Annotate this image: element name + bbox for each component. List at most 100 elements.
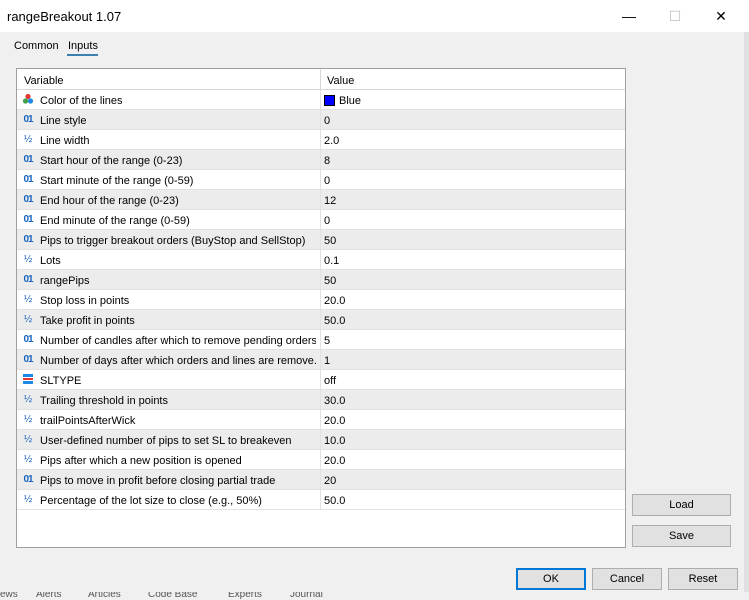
table-header: Variable Value xyxy=(17,69,625,90)
table-row[interactable]: 01 rangePips 50 xyxy=(17,270,625,290)
variable-name: Take profit in points xyxy=(40,315,135,327)
variable-value[interactable]: 1 xyxy=(324,355,330,367)
variable-name: Line style xyxy=(40,115,87,127)
column-divider xyxy=(320,370,321,390)
variable-name: Pips to move in profit before closing pa… xyxy=(40,475,276,487)
variable-value[interactable]: 12 xyxy=(324,195,336,207)
load-button[interactable]: Load xyxy=(632,494,731,516)
column-divider xyxy=(320,270,321,290)
table-row[interactable]: ½ trailPointsAfterWick 20.0 xyxy=(17,410,625,430)
tab-inputs[interactable]: Inputs xyxy=(68,40,98,52)
title-bar[interactable]: rangeBreakout 1.07 — ☐ ✕ xyxy=(0,0,749,32)
variable-name: User-defined number of pips to set SL to… xyxy=(40,435,292,447)
int-type-icon: 01 xyxy=(23,114,33,125)
table-row[interactable]: ½ Percentage of the lot size to close (e.… xyxy=(17,490,625,510)
variable-value[interactable]: 8 xyxy=(324,155,330,167)
column-divider xyxy=(320,110,321,130)
table-row[interactable]: 01 Line style 0 xyxy=(17,110,625,130)
table-row[interactable]: 01 Pips to trigger breakout orders (BuySt… xyxy=(17,230,625,250)
double-type-icon: ½ xyxy=(23,294,33,305)
table-row[interactable]: ½ User-defined number of pips to set SL t… xyxy=(17,430,625,450)
maximize-icon[interactable]: ☐ xyxy=(652,0,698,32)
column-divider xyxy=(320,90,321,110)
double-type-icon: ½ xyxy=(23,454,33,465)
reset-button[interactable]: Reset xyxy=(668,568,738,590)
enum-type-icon xyxy=(21,373,35,387)
table-row[interactable]: ½ Line width 2.0 xyxy=(17,130,625,150)
table-row[interactable]: 01 Start minute of the range (0-59) 0 xyxy=(17,170,625,190)
variable-value[interactable]: off xyxy=(324,375,336,387)
variable-value[interactable]: 20.0 xyxy=(324,295,345,307)
variable-name: Start minute of the range (0-59) xyxy=(40,175,194,187)
table-row[interactable]: ½ Take profit in points 50.0 xyxy=(17,310,625,330)
column-divider xyxy=(320,150,321,170)
table-row[interactable]: 01 End hour of the range (0-23) 12 xyxy=(17,190,625,210)
background-tabs-strip: ews Alerts Articles Code Base Experts Journal xyxy=(0,592,510,600)
ok-button[interactable]: OK xyxy=(516,568,586,590)
table-row[interactable]: ½ Trailing threshold in points 30.0 xyxy=(17,390,625,410)
column-divider xyxy=(320,210,321,230)
table-row[interactable]: 01 Number of candles after which to remov… xyxy=(17,330,625,350)
variable-value[interactable]: 0.1 xyxy=(324,255,339,267)
double-type-icon: ½ xyxy=(23,414,33,425)
int-type-icon: 01 xyxy=(23,154,33,165)
variable-value[interactable]: 0 xyxy=(324,115,330,127)
variable-value[interactable]: 50.0 xyxy=(324,495,345,507)
active-tab-indicator xyxy=(67,54,98,56)
column-header-value[interactable]: Value xyxy=(327,75,354,87)
table-row[interactable]: Color of the lines Blue xyxy=(17,90,625,110)
variable-value[interactable]: 20.0 xyxy=(324,415,345,427)
variable-value[interactable]: 50.0 xyxy=(324,315,345,327)
double-type-icon: ½ xyxy=(23,394,33,405)
variable-name: trailPointsAfterWick xyxy=(40,415,136,427)
variable-value[interactable]: 20 xyxy=(324,475,336,487)
double-type-icon: ½ xyxy=(23,494,33,505)
variable-value[interactable]: 0 xyxy=(324,175,330,187)
column-divider[interactable] xyxy=(320,69,321,90)
background-tab: ews xyxy=(0,592,18,600)
table-row[interactable]: 01 Pips to move in profit before closing … xyxy=(17,470,625,490)
table-row[interactable]: SLTYPE off xyxy=(17,370,625,390)
int-type-icon: 01 xyxy=(23,214,33,225)
table-row[interactable]: ½ Lots 0.1 xyxy=(17,250,625,270)
int-type-icon: 01 xyxy=(23,354,33,365)
save-button[interactable]: Save xyxy=(632,525,731,547)
color-swatch[interactable] xyxy=(324,95,335,106)
column-divider xyxy=(320,310,321,330)
cancel-button[interactable]: Cancel xyxy=(592,568,662,590)
variable-value[interactable]: 2.0 xyxy=(324,135,339,147)
column-divider xyxy=(320,330,321,350)
variable-name: Stop loss in points xyxy=(40,295,130,307)
variable-value[interactable]: Blue xyxy=(324,95,361,107)
table-row[interactable]: ½ Stop loss in points 20.0 xyxy=(17,290,625,310)
variable-value[interactable]: 30.0 xyxy=(324,395,345,407)
window-title: rangeBreakout 1.07 xyxy=(7,9,122,24)
variable-value[interactable]: 20.0 xyxy=(324,455,345,467)
variable-value[interactable]: 5 xyxy=(324,335,330,347)
variable-value[interactable]: 10.0 xyxy=(324,435,345,447)
column-divider xyxy=(320,430,321,450)
column-header-variable[interactable]: Variable xyxy=(24,75,64,87)
inputs-table[interactable]: Variable Value Color of the lines Blue 01 L… xyxy=(16,68,626,548)
column-divider xyxy=(320,410,321,430)
int-type-icon: 01 xyxy=(23,274,33,285)
minimize-icon[interactable]: — xyxy=(606,0,652,32)
close-icon[interactable]: ✕ xyxy=(698,0,744,32)
column-divider xyxy=(320,390,321,410)
background-tab: Code Base xyxy=(148,592,198,600)
table-row[interactable]: 01 End minute of the range (0-59) 0 xyxy=(17,210,625,230)
background-scrollbar-edge xyxy=(744,32,749,592)
table-row[interactable]: 01 Start hour of the range (0-23) 8 xyxy=(17,150,625,170)
color-palette-icon xyxy=(21,93,35,107)
variable-value[interactable]: 50 xyxy=(324,235,336,247)
tab-common[interactable]: Common xyxy=(14,40,59,52)
background-tab: Journal xyxy=(290,592,323,600)
double-type-icon: ½ xyxy=(23,314,33,325)
table-row[interactable]: ½ Pips after which a new position is open… xyxy=(17,450,625,470)
column-divider xyxy=(320,470,321,490)
double-type-icon: ½ xyxy=(23,434,33,445)
variable-value[interactable]: 0 xyxy=(324,215,330,227)
variable-value[interactable]: 50 xyxy=(324,275,336,287)
column-divider xyxy=(320,290,321,310)
table-row[interactable]: 01 Number of days after which orders and … xyxy=(17,350,625,370)
